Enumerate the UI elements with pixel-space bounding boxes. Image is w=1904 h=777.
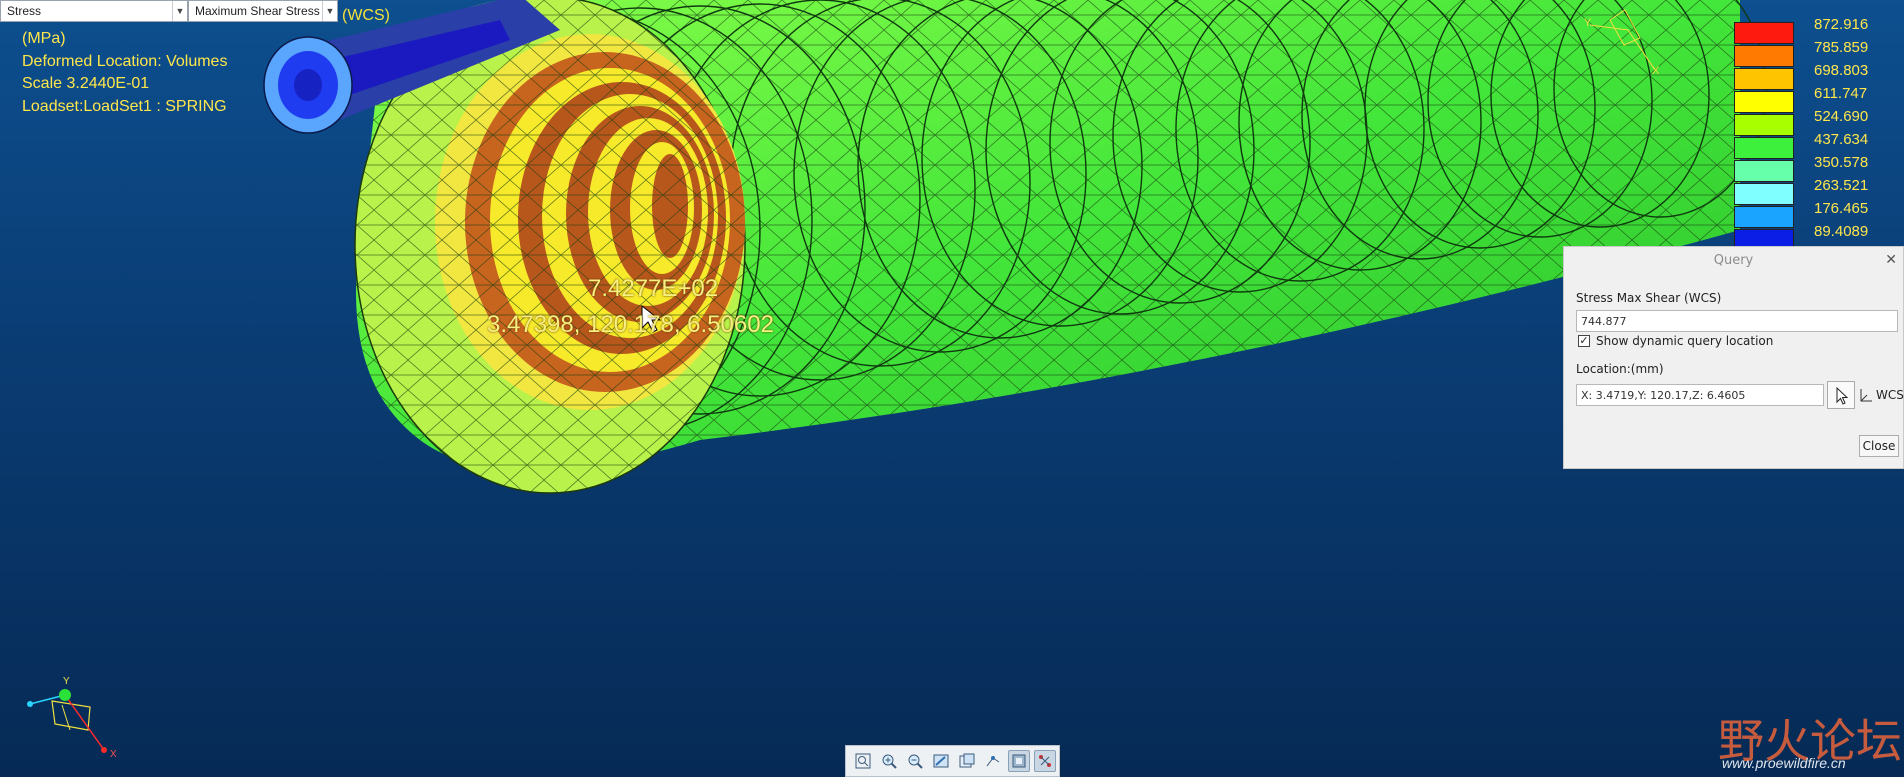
refit-icon[interactable]	[852, 750, 874, 772]
stress-value-label: Stress Max Shear (WCS)	[1576, 291, 1722, 305]
query-coords-label: 3.47398, 120.178, 6.50602	[487, 311, 774, 338]
wcs-label: WCS	[1876, 388, 1904, 402]
stress-value-field[interactable]	[1576, 310, 1898, 332]
spin-center-icon[interactable]	[982, 750, 1004, 772]
location-label: Location:(mm)	[1576, 362, 1664, 376]
legend-value: 785.859	[1814, 39, 1869, 56]
legend-swatch	[1734, 45, 1794, 67]
repaint-icon[interactable]	[930, 750, 952, 772]
legend-value: 524.690	[1814, 108, 1869, 125]
legend-swatch	[1734, 206, 1794, 228]
legend-value: 437.634	[1814, 131, 1869, 148]
location-field[interactable]	[1576, 384, 1824, 406]
svg-text:X: X	[110, 749, 117, 760]
legend-value: 872.916	[1814, 16, 1869, 33]
component-value: Maximum Shear Stress	[195, 4, 320, 18]
dynamic-query-label: Show dynamic query location	[1596, 334, 1774, 348]
annotations-icon[interactable]	[1034, 750, 1056, 772]
close-icon[interactable]: ✕	[1885, 252, 1897, 268]
watermark-url: www.proewildfire.cn	[1722, 755, 1846, 771]
svg-text:Y: Y	[63, 676, 70, 687]
units-label: (MPa)	[22, 30, 66, 47]
legend-value: 176.465	[1814, 200, 1869, 217]
view-toolbar	[845, 745, 1060, 777]
svg-text:Y: Y	[1584, 17, 1592, 29]
legend-value: 698.803	[1814, 62, 1869, 79]
legend-swatch	[1734, 68, 1794, 90]
loadset-label: Loadset:LoadSet1 : SPRING	[22, 97, 227, 115]
legend-swatch	[1734, 160, 1794, 182]
legend-swatch	[1734, 114, 1794, 136]
display-style-icon[interactable]	[1008, 750, 1030, 772]
component-select[interactable]: Maximum Shear Stress ▼	[188, 0, 338, 22]
query-dialog: Query ✕ Stress Max Shear (WCS) ✓ Show dy…	[1563, 246, 1904, 469]
chevron-down-icon: ▼	[322, 1, 337, 21]
legend-value: 611.747	[1814, 85, 1868, 102]
result-type-select[interactable]: Stress ▼	[0, 0, 188, 22]
legend-swatch	[1734, 137, 1794, 159]
deformed-label: Deformed Location: Volumes	[22, 52, 228, 70]
pick-location-button[interactable]	[1827, 381, 1855, 409]
orientation-triad	[27, 689, 107, 753]
zoom-out-icon[interactable]	[904, 750, 926, 772]
close-button[interactable]: Close	[1859, 435, 1899, 457]
scale-label: Scale 3.2440E-01	[22, 75, 150, 92]
coord-system-label: (WCS)	[342, 7, 390, 24]
chevron-down-icon: ▼	[172, 1, 187, 21]
dynamic-query-checkbox[interactable]: ✓	[1578, 335, 1590, 347]
saved-views-icon[interactable]	[956, 750, 978, 772]
dialog-title: Query	[1713, 253, 1754, 268]
result-info: (MPa) Deformed Location: Volumes Scale 3…	[22, 28, 227, 118]
legend-value: 263.521	[1814, 177, 1869, 194]
legend-value: 350.578	[1814, 154, 1869, 171]
legend-swatch	[1734, 22, 1794, 44]
legend-swatch	[1734, 91, 1794, 113]
cursor-arrow-icon	[1836, 386, 1849, 405]
legend-swatch	[1734, 183, 1794, 205]
zoom-in-icon[interactable]	[878, 750, 900, 772]
result-type-value: Stress	[7, 4, 42, 18]
legend-value: 89.4089	[1814, 223, 1869, 240]
svg-text:X: X	[1652, 65, 1660, 77]
query-value-label: 7.4277E+02	[588, 275, 719, 302]
csys-icon	[1860, 389, 1872, 402]
